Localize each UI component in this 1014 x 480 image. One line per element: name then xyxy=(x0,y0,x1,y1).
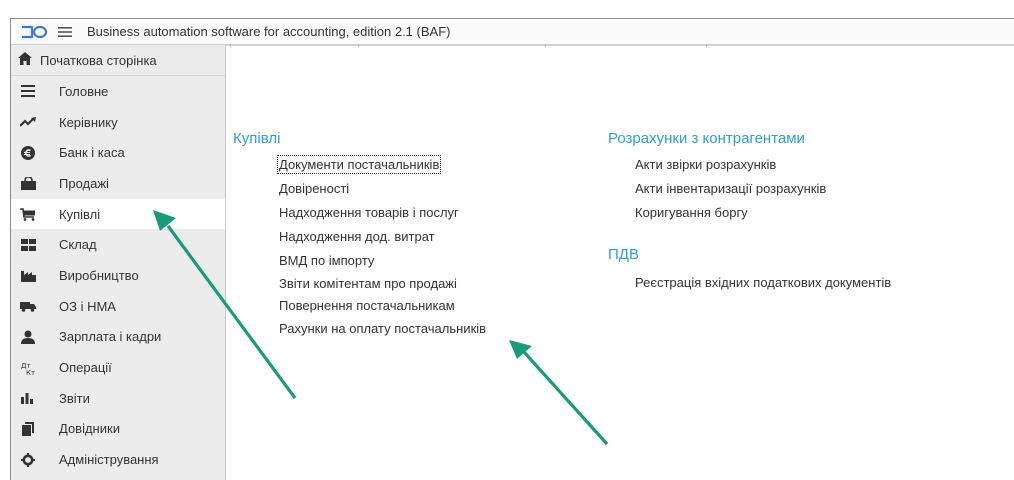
annotation-arrows xyxy=(153,210,609,446)
arrow-to-supplier-invoices xyxy=(509,340,609,446)
arrow-to-purchases-menu xyxy=(153,210,297,399)
